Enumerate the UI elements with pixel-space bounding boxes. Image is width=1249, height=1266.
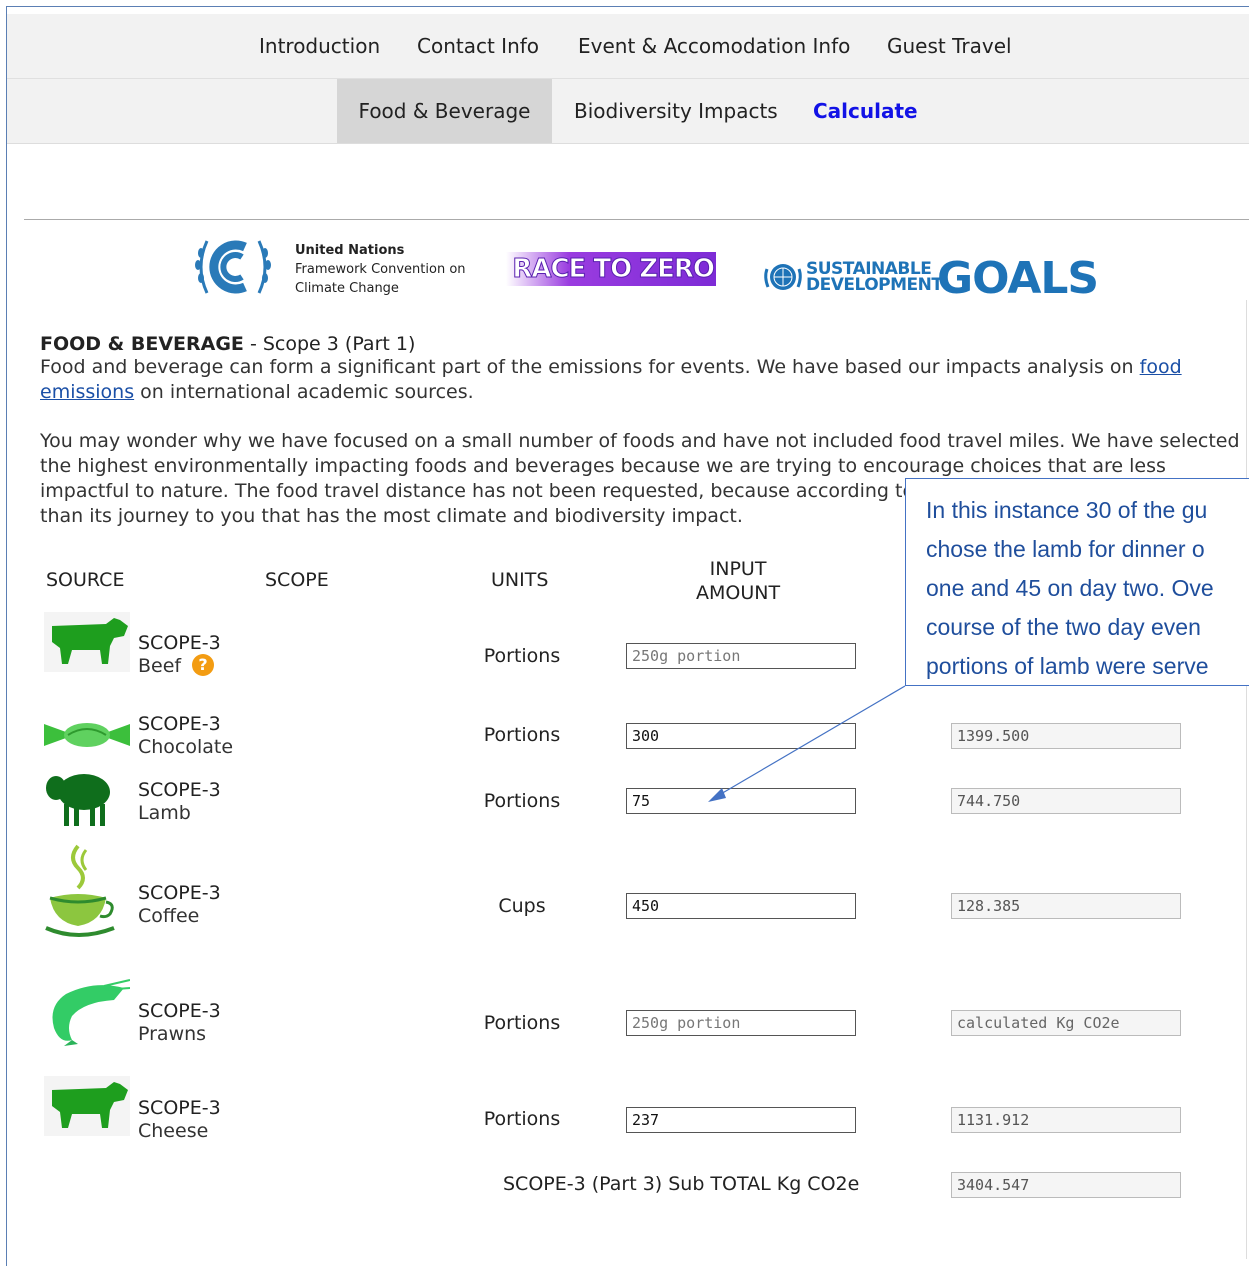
subtotal-label: SCOPE-3 (Part 3) Sub TOTAL Kg CO2e (503, 1173, 860, 1195)
coffee-input[interactable] (626, 893, 856, 919)
callout-line-2: chose the lamb for dinner o (926, 536, 1205, 562)
nav-food-beverage[interactable]: Food & Beverage (337, 79, 552, 143)
sdg-goals: GOALS (937, 253, 1099, 304)
cheese-output (951, 1107, 1181, 1133)
lamb-output (951, 788, 1181, 814)
row-beef-unit: Portions (483, 645, 561, 667)
row-cheese-scope: SCOPE-3 (138, 1097, 221, 1119)
prawns-icon (52, 979, 130, 1046)
row-coffee-label: SCOPE-3 Coffee (138, 882, 221, 928)
row-cheese-unit: Portions (483, 1108, 561, 1130)
chocolate-output (951, 723, 1181, 749)
header-source: SOURCE (46, 569, 125, 591)
sdg-line-2: DEVELOPMENT (806, 275, 943, 295)
nav-row-2: Food & Beverage Biodiversity Impacts Cal… (7, 79, 1249, 144)
nav-introduction[interactable]: Introduction (238, 14, 401, 78)
beef-input[interactable] (626, 643, 856, 669)
chocolate-icon (44, 723, 130, 747)
row-prawns-food: Prawns (138, 1023, 207, 1045)
callout-line-4: course of the two day even (926, 614, 1201, 640)
coffee-icon (45, 844, 115, 937)
row-cheese-food: Cheese (138, 1120, 209, 1142)
race-to-zero-logo: RACE TO ZERO (506, 252, 716, 286)
annotation-callout: In this instance 30 of the gu chose the … (905, 478, 1249, 686)
row-chocolate-unit: Portions (483, 724, 561, 746)
cheese-input[interactable] (626, 1107, 856, 1133)
heading-rest: - Scope 3 (Part 1) (243, 333, 416, 355)
row-coffee-food: Coffee (138, 905, 200, 927)
row-lamb-unit: Portions (483, 790, 561, 812)
row-coffee-scope: SCOPE-3 (138, 882, 221, 904)
coffee-output (951, 893, 1181, 919)
un-emblem-icon (764, 264, 802, 290)
cheese-icon (44, 1076, 130, 1136)
annotation-arrow-icon (708, 685, 906, 802)
header-units: UNITS (491, 569, 549, 591)
section-heading: FOOD & BEVERAGE - Scope 3 (Part 1) (40, 333, 1240, 355)
row-lamb-scope: SCOPE-3 (138, 779, 221, 801)
nav-row-1: Introduction Contact Info Event & Accomo… (7, 14, 1249, 79)
p1-text-a: Food and beverage can form a significant… (40, 356, 1140, 378)
callout-line-1: In this instance 30 of the gu (926, 497, 1208, 523)
header-input-amount: INPUT AMOUNT (696, 557, 780, 605)
row-prawns-scope: SCOPE-3 (138, 1000, 221, 1022)
unfccc-line-1: United Nations (295, 243, 405, 258)
intro-paragraph-1: Food and beverage can form a significant… (40, 355, 1240, 405)
header-input-l2: AMOUNT (696, 582, 781, 604)
row-cheese-label: SCOPE-3 Cheese (138, 1097, 221, 1143)
prawns-output (951, 1010, 1181, 1036)
unfccc-logo-icon (195, 240, 271, 294)
callout-line-5: portions of lamb were serve (926, 653, 1209, 679)
row-chocolate-label: SCOPE-3 Chocolate (138, 713, 233, 759)
row-coffee-unit: Cups (498, 895, 546, 917)
nav-biodiversity-impacts[interactable]: Biodiversity Impacts (553, 79, 799, 143)
nav-contact-info[interactable]: Contact Info (396, 14, 560, 78)
callout-line-3: one and 45 on day two. Ove (926, 575, 1214, 601)
p1-text-b: on international academic sources. (134, 381, 474, 403)
subtotal-output (951, 1172, 1181, 1198)
header-scope: SCOPE (265, 569, 329, 591)
row-beef-scope: SCOPE-3 (138, 632, 221, 654)
logo-bar: United Nations Framework Convention on C… (0, 233, 1249, 303)
nav-guest-travel[interactable]: Guest Travel (866, 14, 1033, 78)
sdg-label: SUSTAINABLE DEVELOPMENT (806, 261, 943, 295)
beef-icon (44, 612, 130, 672)
row-lamb-food: Lamb (138, 802, 191, 824)
heading-bold: FOOD & BEVERAGE (40, 333, 244, 355)
unfccc-line-3: Climate Change (295, 281, 399, 296)
unfccc-text: United Nations Framework Convention on C… (295, 241, 466, 298)
prawns-input[interactable] (626, 1010, 856, 1036)
help-icon[interactable]: ? (192, 654, 214, 676)
race-to-zero-text: RACE TO ZERO (512, 254, 716, 285)
row-lamb-label: SCOPE-3 Lamb (138, 779, 221, 825)
lamb-icon (46, 774, 110, 826)
header-input-l1: INPUT (709, 558, 767, 580)
row-prawns-unit: Portions (483, 1012, 561, 1034)
content-border (1246, 300, 1247, 1259)
row-prawns-label: SCOPE-3 Prawns (138, 1000, 221, 1046)
unfccc-line-2: Framework Convention on (295, 262, 466, 277)
divider (24, 219, 1249, 220)
nav-calculate[interactable]: Calculate (792, 79, 939, 143)
nav-event-accomodation[interactable]: Event & Accomodation Info (557, 14, 871, 78)
row-chocolate-scope: SCOPE-3 (138, 713, 221, 735)
row-chocolate-food: Chocolate (138, 736, 234, 758)
